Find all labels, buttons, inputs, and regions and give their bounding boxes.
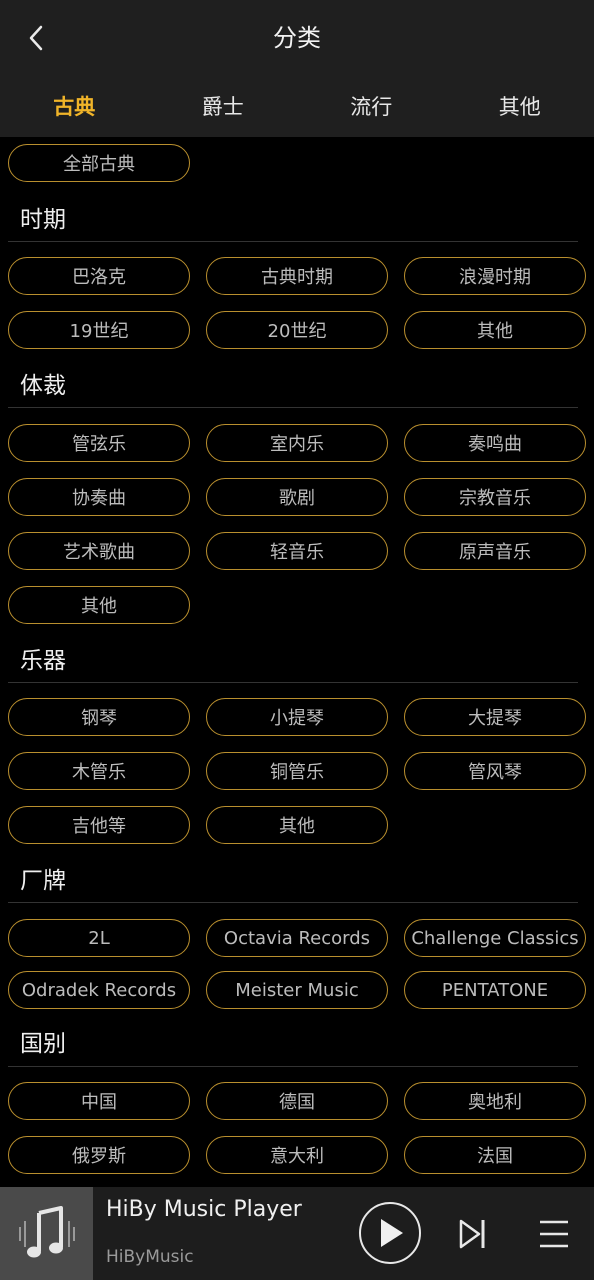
chip-label[interactable]: Challenge Classics [404,919,586,957]
section-divider [8,407,578,408]
section-divider [8,902,578,903]
chip-genre[interactable]: 管弦乐 [8,424,190,462]
chip-country[interactable]: 意大利 [206,1136,388,1174]
chip-genre[interactable]: 室内乐 [206,424,388,462]
album-art[interactable] [0,1187,93,1280]
play-icon [381,1219,403,1247]
chip-genre[interactable]: 轻音乐 [206,532,388,570]
chip-genre[interactable]: 其他 [8,586,190,624]
chip-label[interactable]: Meister Music [206,971,388,1009]
category-list[interactable]: 全部古典 时期 巴洛克 古典时期 浪漫时期 19世纪 20世纪 其他 体裁 管弦… [0,137,594,1187]
chip-instrument[interactable]: 其他 [206,806,388,844]
chip-country[interactable]: 俄罗斯 [8,1136,190,1174]
chip-period[interactable]: 19世纪 [8,311,190,349]
chip-period[interactable]: 其他 [404,311,586,349]
next-button[interactable] [457,1217,489,1251]
chip-genre[interactable]: 艺术歌曲 [8,532,190,570]
mini-player[interactable]: HiBy Music Player HiByMusic [0,1187,594,1280]
tab-other[interactable]: 其他 [446,75,594,137]
section-title-instrument: 乐器 [20,648,66,674]
chip-period[interactable]: 巴洛克 [8,257,190,295]
music-note-icon [18,1205,75,1257]
chip-genre[interactable]: 宗教音乐 [404,478,586,516]
category-tabs: 古典 爵士 流行 其他 [0,75,594,137]
chip-instrument[interactable]: 铜管乐 [206,752,388,790]
section-title-country: 国别 [20,1031,66,1057]
section-title-genre: 体裁 [20,373,66,399]
chip-country[interactable]: 法国 [404,1136,586,1174]
section-title-label: 厂牌 [20,868,66,894]
hamburger-menu-icon [540,1220,568,1248]
chip-label[interactable]: Odradek Records [8,971,190,1009]
now-playing-title: HiBy Music Player [106,1197,302,1222]
header-bar: 分类 [0,0,594,75]
tab-classical[interactable]: 古典 [0,75,149,137]
chip-label[interactable]: 2L [8,919,190,957]
playlist-menu-button[interactable] [538,1217,570,1251]
chip-country[interactable]: 中国 [8,1082,190,1120]
section-divider [8,1066,578,1067]
chip-country[interactable]: 德国 [206,1082,388,1120]
chip-instrument[interactable]: 木管乐 [8,752,190,790]
tab-pop[interactable]: 流行 [297,75,446,137]
chip-genre[interactable]: 歌剧 [206,478,388,516]
chip-genre[interactable]: 原声音乐 [404,532,586,570]
section-divider [8,241,578,242]
chip-genre[interactable]: 协奏曲 [8,478,190,516]
section-title-period: 时期 [20,207,66,233]
section-divider [8,682,578,683]
chip-label[interactable]: PENTATONE [404,971,586,1009]
chip-country[interactable]: 奥地利 [404,1082,586,1120]
chip-instrument[interactable]: 钢琴 [8,698,190,736]
chip-instrument[interactable]: 大提琴 [404,698,586,736]
chip-all-classical[interactable]: 全部古典 [8,144,190,182]
tab-jazz[interactable]: 爵士 [149,75,298,137]
chip-instrument[interactable]: 管风琴 [404,752,586,790]
page-title: 分类 [273,24,321,52]
chip-instrument[interactable]: 吉他等 [8,806,190,844]
chip-instrument[interactable]: 小提琴 [206,698,388,736]
chip-genre[interactable]: 奏鸣曲 [404,424,586,462]
chip-period[interactable]: 浪漫时期 [404,257,586,295]
chip-label[interactable]: Octavia Records [206,919,388,957]
now-playing-artist: HiByMusic [106,1247,194,1267]
skip-next-icon [459,1219,485,1249]
chip-period[interactable]: 古典时期 [206,257,388,295]
chip-period[interactable]: 20世纪 [206,311,388,349]
play-button[interactable] [359,1202,421,1264]
